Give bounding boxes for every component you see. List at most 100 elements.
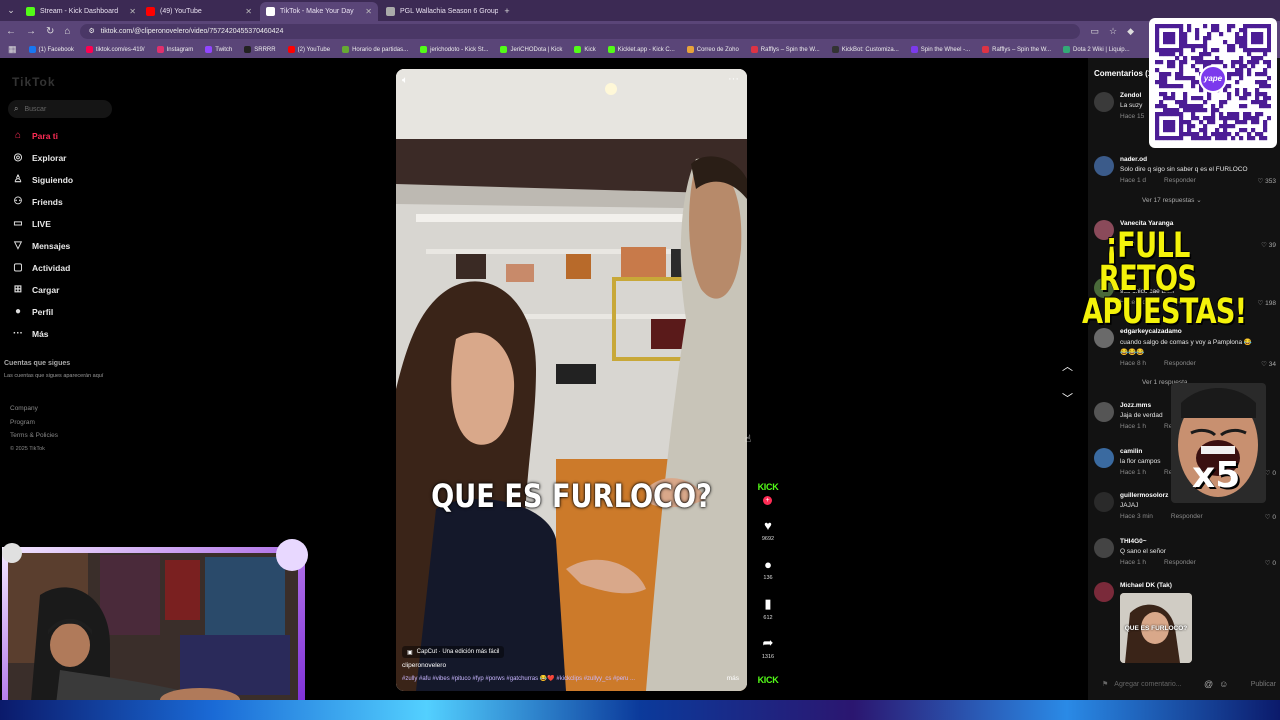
- bookmark-item[interactable]: SRRRR: [244, 46, 276, 53]
- sidebar-item-cargar[interactable]: ⊞ Cargar: [12, 284, 60, 295]
- back-icon[interactable]: ←: [6, 26, 16, 37]
- avatar[interactable]: [1094, 582, 1114, 602]
- apps-icon[interactable]: ▦: [8, 44, 17, 55]
- sidebar-item-siguiendo[interactable]: ♙ Siguiendo: [12, 174, 74, 185]
- more-description-link[interactable]: más: [727, 675, 739, 682]
- bookmark-item[interactable]: Dota 2 Wiki | Liquip...: [1063, 46, 1130, 53]
- comment-input[interactable]: ⚑ Agregar comentario... @ ☺ Publicar: [1088, 673, 1280, 695]
- comment-like-count[interactable]: ♡ 198: [1258, 299, 1276, 307]
- sidebar-item-actividad[interactable]: ▢ Actividad: [12, 262, 70, 273]
- footer-link[interactable]: Program: [10, 419, 35, 426]
- comment-username[interactable]: guillermosolorz: [1120, 492, 1168, 499]
- avatar[interactable]: [1094, 538, 1114, 558]
- kick-logo[interactable]: KICK: [757, 482, 779, 492]
- tab-close-icon[interactable]: ✕: [123, 7, 136, 16]
- sidebar-item-ms[interactable]: ··· Más: [12, 328, 49, 339]
- home-browser-icon[interactable]: ⌂: [64, 26, 70, 37]
- comment-username[interactable]: Zendol: [1120, 92, 1141, 99]
- video-hashtags[interactable]: #zully #afu #vibes #pituco #fyp #porws #…: [402, 675, 732, 682]
- comment-username[interactable]: nader.od: [1120, 156, 1147, 163]
- capcut-badge[interactable]: ▣ CapCut · Una edición más fácil: [402, 646, 505, 658]
- reply-button[interactable]: Responder: [1171, 513, 1203, 520]
- bookmark-item[interactable]: Rafflys – Spin the W...: [750, 46, 820, 53]
- footer-link[interactable]: Terms & Policies: [10, 432, 58, 439]
- browser-tab[interactable]: PGL Wallachia Season 6 Group✕: [380, 2, 498, 21]
- gift-icon[interactable]: ⚑: [1102, 680, 1108, 688]
- tab-menu-icon[interactable]: ⌄: [4, 4, 18, 18]
- sidebar-item-explorar[interactable]: ◎ Explorar: [12, 152, 67, 163]
- reload-icon[interactable]: ↻: [46, 26, 54, 37]
- sidebar-item-friends[interactable]: ⚇ Friends: [12, 196, 63, 207]
- new-tab-icon[interactable]: +: [500, 4, 514, 18]
- browser-tab[interactable]: Stream - Kick Dashboard ✕: [20, 2, 138, 21]
- bookmark-item[interactable]: Kick: [574, 46, 596, 53]
- avatar[interactable]: [1094, 492, 1114, 512]
- volume-icon[interactable]: 🔈︎: [402, 75, 408, 86]
- bookmark-item[interactable]: Twitch: [205, 46, 232, 53]
- url-field[interactable]: ⚙ tiktok.com/@cliperonovelero/video/7572…: [80, 23, 1081, 39]
- bookmark-item[interactable]: Instagram: [156, 46, 193, 53]
- share-button[interactable]: ➦ 1316: [757, 635, 779, 660]
- follow-plus-icon[interactable]: +: [763, 496, 772, 505]
- tiktok-logo[interactable]: TikTok: [12, 75, 56, 89]
- view-replies-link[interactable]: Ver 17 respuestas ⌄: [1142, 196, 1202, 204]
- previous-video-icon[interactable]: ︿: [1062, 358, 1073, 374]
- sidebar-item-parati[interactable]: ⌂ Para ti: [12, 130, 58, 141]
- video-player[interactable]: 🔈︎ ··· QUE ES FURLOCO? ▣ CapCut · Una ed…: [396, 69, 747, 691]
- comment-username[interactable]: Michael DK (Tak): [1120, 582, 1172, 589]
- comment-like-count[interactable]: ♡ 0: [1265, 469, 1276, 477]
- bookmark-item[interactable]: (1) Facebook: [28, 46, 74, 53]
- comment-text: Jaja de verdad: [1120, 412, 1163, 419]
- footer-link[interactable]: Company: [10, 405, 38, 412]
- bookmark-item[interactable]: Spin the Wheel -...: [910, 46, 970, 53]
- avatar[interactable]: [1094, 448, 1114, 468]
- bookmark-item[interactable]: (2) YouTube: [287, 46, 330, 53]
- kick-logo-bottom[interactable]: KICK: [757, 675, 779, 685]
- bookmark-item[interactable]: jerichodoto - Kick St...: [420, 46, 488, 53]
- comment-like-count[interactable]: ♡ 34: [1261, 360, 1276, 368]
- bookmark-star-icon[interactable]: ☆: [1109, 26, 1117, 37]
- video-more-icon[interactable]: ···: [728, 73, 739, 85]
- sidebar-item-mensajes[interactable]: ▽ Mensajes: [12, 240, 70, 251]
- publish-button[interactable]: Publicar: [1251, 681, 1276, 688]
- mention-icon[interactable]: @: [1204, 679, 1213, 689]
- comment-username[interactable]: Jozz.mms: [1120, 402, 1151, 409]
- reply-button[interactable]: Responder: [1164, 177, 1196, 184]
- comment-like-count[interactable]: ♡ 353: [1258, 177, 1276, 185]
- site-info-icon[interactable]: ⚙: [88, 27, 94, 35]
- comment-like-count[interactable]: ♡ 0: [1265, 513, 1276, 521]
- save-button[interactable]: ▮ 612: [757, 596, 779, 621]
- comment-username[interactable]: THI4G0~: [1120, 538, 1147, 545]
- comment-image-thumbnail[interactable]: QUE ES FURLOCO?: [1120, 593, 1192, 663]
- bookmark-item[interactable]: KickBot: Customiza...: [831, 46, 899, 53]
- avatar[interactable]: [1094, 92, 1114, 112]
- sidebar-item-live[interactable]: ▭ LIVE: [12, 218, 51, 229]
- avatar[interactable]: [1094, 156, 1114, 176]
- like-button[interactable]: ♥ 9692: [757, 518, 779, 542]
- tab-close-icon[interactable]: ✕: [239, 7, 252, 16]
- next-video-icon[interactable]: ﹀: [1062, 390, 1073, 406]
- forward-icon[interactable]: →: [26, 26, 36, 37]
- bookmark-item[interactable]: tiktok.com/es-419/: [85, 46, 145, 53]
- reply-button[interactable]: Responder: [1164, 559, 1196, 566]
- avatar[interactable]: [1094, 402, 1114, 422]
- browser-tab[interactable]: TikTok - Make Your Day ✕: [260, 2, 378, 21]
- bookmark-item[interactable]: Horario de partidas...: [342, 46, 408, 53]
- bookmark-item[interactable]: JeriCHODota | Kick: [500, 46, 562, 53]
- browser-tab[interactable]: (49) YouTube ✕: [140, 2, 258, 21]
- comment-like-count[interactable]: ♡ 39: [1261, 241, 1276, 249]
- comment-username[interactable]: camilin: [1120, 448, 1142, 455]
- search-input[interactable]: ⌕ Buscar: [8, 100, 112, 118]
- extension-icon[interactable]: ◆: [1127, 26, 1134, 37]
- sidebar-item-perfil[interactable]: ● Perfil: [12, 306, 53, 317]
- bookmark-item[interactable]: Kicklet.app - Kick C...: [607, 46, 675, 53]
- comment-button[interactable]: ● 136: [757, 557, 779, 581]
- tab-close-icon[interactable]: ✕: [359, 7, 372, 16]
- emoji-icon[interactable]: ☺: [1219, 679, 1228, 689]
- cast-icon[interactable]: ▭: [1090, 26, 1099, 37]
- comment-like-count[interactable]: ♡ 0: [1265, 559, 1276, 567]
- reply-button[interactable]: Responder: [1164, 360, 1196, 367]
- bookmark-item[interactable]: Rafflys – Spin the W...: [982, 46, 1051, 53]
- video-author[interactable]: cliperonovelero: [402, 662, 446, 669]
- bookmark-item[interactable]: Correo de Zoho: [686, 46, 739, 53]
